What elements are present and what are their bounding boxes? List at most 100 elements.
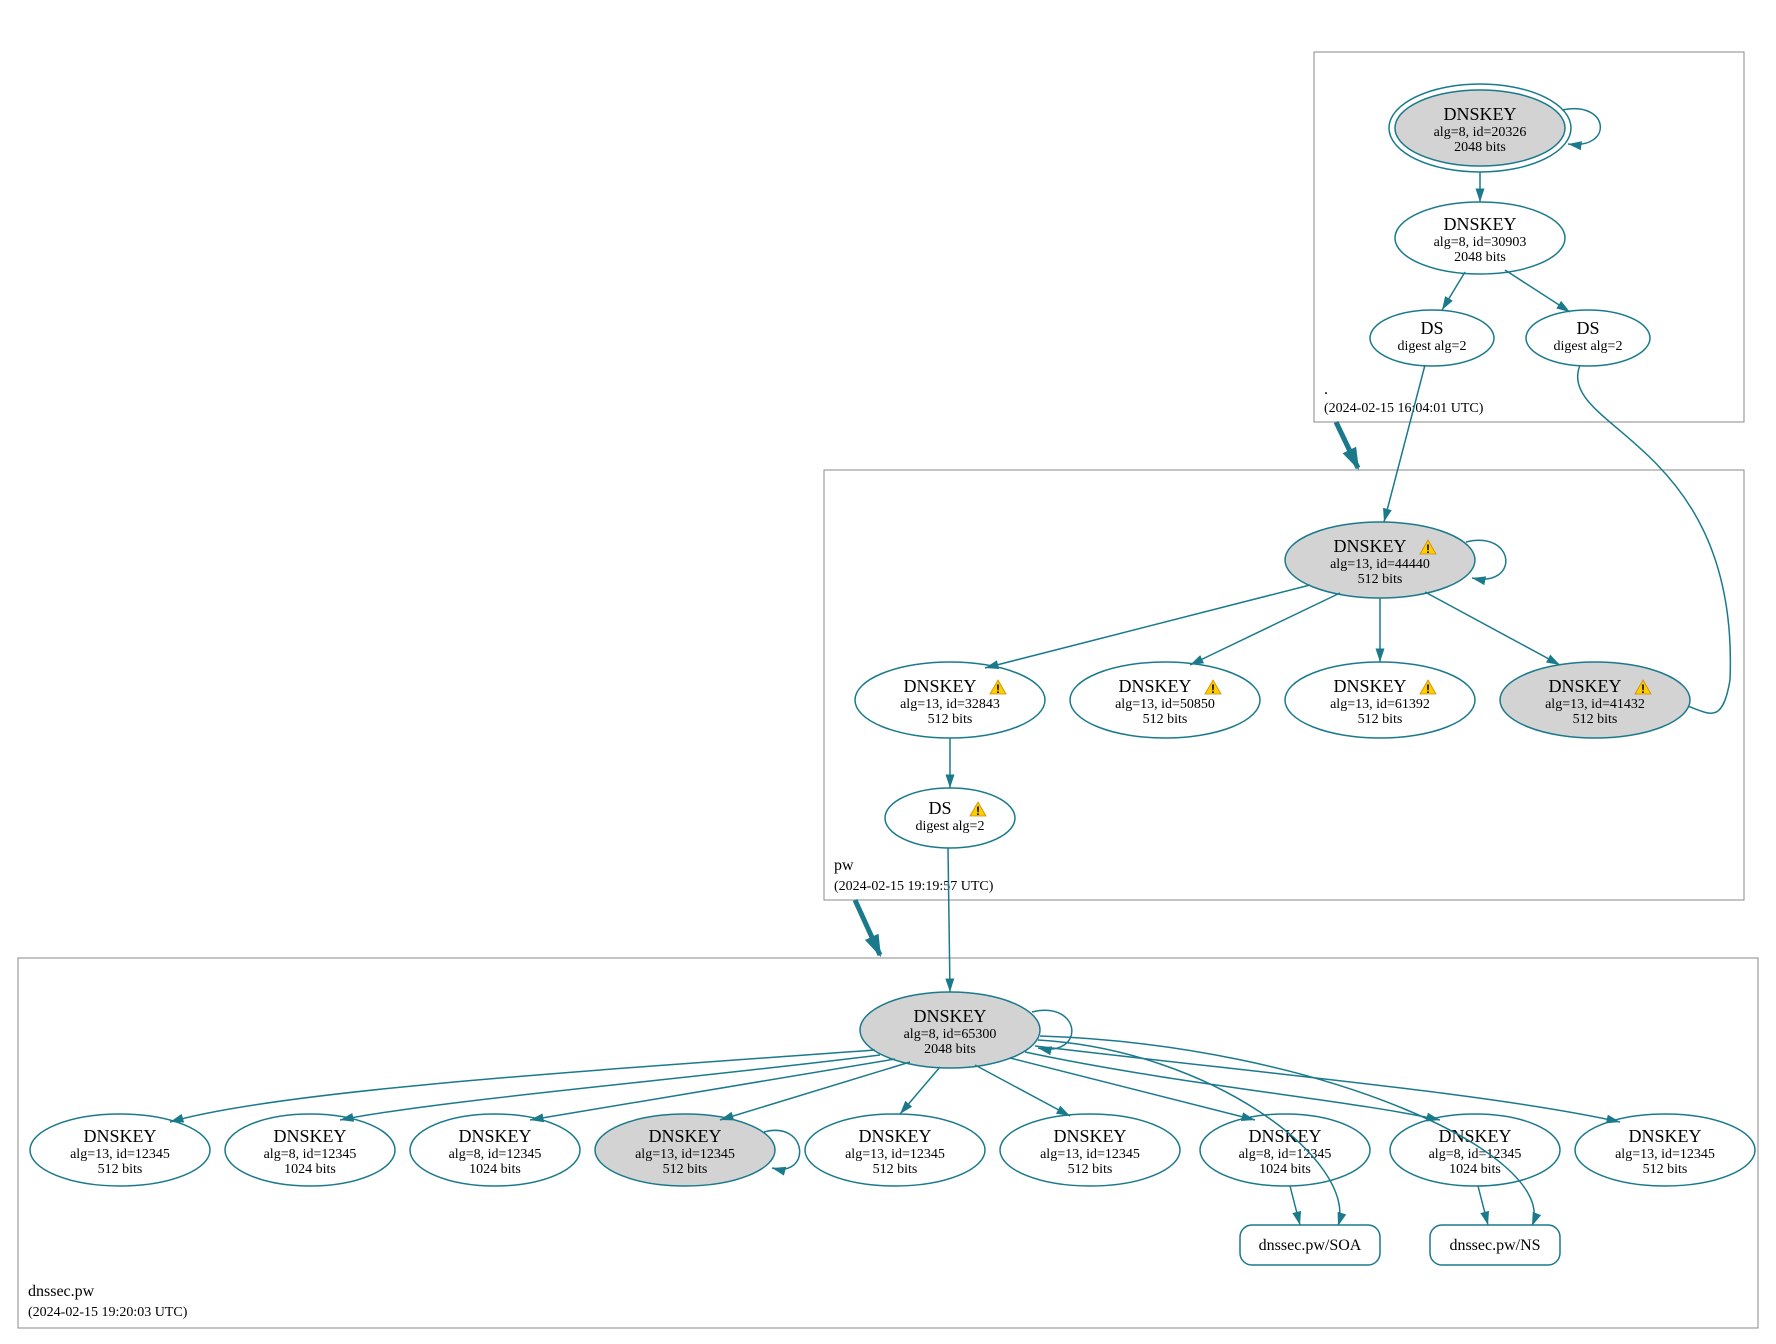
node-root-ds1: DS digest alg=2 [1370, 310, 1494, 366]
svg-text:digest alg=2: digest alg=2 [1398, 339, 1467, 354]
svg-text:512 bits: 512 bits [1643, 1162, 1688, 1177]
svg-text:1024 bits: 1024 bits [1259, 1162, 1311, 1177]
svg-text:alg=13, id=12345: alg=13, id=12345 [635, 1147, 735, 1162]
svg-text:512 bits: 512 bits [98, 1162, 143, 1177]
edge-dksk-k6 [975, 1065, 1070, 1116]
svg-text:2048 bits: 2048 bits [1454, 250, 1506, 265]
svg-text:DNSKEY: DNSKEY [1118, 676, 1191, 696]
svg-text:alg=13, id=44440: alg=13, id=44440 [1330, 557, 1430, 572]
node-d-k1: DNSKEY alg=13, id=12345 512 bits [30, 1114, 210, 1186]
svg-text:alg=8, id=20326: alg=8, id=20326 [1434, 125, 1527, 140]
zone-pw-name: pw [834, 857, 854, 874]
svg-text:alg=8, id=12345: alg=8, id=12345 [1429, 1147, 1522, 1162]
svg-text:512 bits: 512 bits [1358, 572, 1403, 587]
node-pw-z4: DNSKEY alg=13, id=41432 512 bits [1500, 662, 1690, 738]
svg-text:512 bits: 512 bits [1573, 712, 1618, 727]
svg-text:alg=13, id=41432: alg=13, id=41432 [1545, 697, 1645, 712]
svg-text:512 bits: 512 bits [1358, 712, 1403, 727]
edge-pwksk-z2 [1190, 593, 1340, 665]
svg-text:DNSKEY: DNSKEY [1333, 676, 1406, 696]
edge-dksk-k9 [1035, 1046, 1620, 1122]
node-soa: dnssec.pw/SOA [1240, 1225, 1380, 1265]
svg-text:512 bits: 512 bits [1068, 1162, 1113, 1177]
node-d-k8: DNSKEY alg=8, id=12345 1024 bits [1390, 1114, 1560, 1186]
edge-ds2-pwz4 [1578, 365, 1731, 713]
zone-pw-time: (2024-02-15 19:19:57 UTC) [834, 879, 994, 894]
svg-text:DS: DS [1576, 318, 1599, 338]
zone-root-name: . [1324, 381, 1328, 398]
edge-root-zsk-ds1 [1442, 272, 1465, 310]
svg-text:DNSKEY: DNSKEY [913, 1006, 986, 1026]
svg-text:alg=8, id=65300: alg=8, id=65300 [904, 1027, 997, 1042]
node-root-ds2: DS digest alg=2 [1526, 310, 1650, 366]
node-pw-z3: DNSKEY alg=13, id=61392 512 bits [1285, 662, 1475, 738]
svg-text:DNSKEY: DNSKEY [1548, 676, 1621, 696]
svg-text:2048 bits: 2048 bits [924, 1042, 976, 1057]
node-d-k7: DNSKEY alg=8, id=12345 1024 bits [1200, 1114, 1370, 1186]
svg-text:1024 bits: 1024 bits [284, 1162, 336, 1177]
node-d-k5: DNSKEY alg=13, id=12345 512 bits [805, 1114, 985, 1186]
svg-text:2048 bits: 2048 bits [1454, 140, 1506, 155]
svg-text:alg=13, id=12345: alg=13, id=12345 [845, 1147, 945, 1162]
svg-text:DNSKEY: DNSKEY [83, 1126, 156, 1146]
zone-dnssecpw-name: dnssec.pw [28, 1283, 95, 1300]
node-d-k6: DNSKEY alg=13, id=12345 512 bits [1000, 1114, 1180, 1186]
svg-text:alg=13, id=50850: alg=13, id=50850 [1115, 697, 1215, 712]
node-ns: dnssec.pw/NS [1430, 1225, 1560, 1265]
edge-zone-pw-dnssecpw [855, 900, 880, 955]
svg-text:alg=8, id=12345: alg=8, id=12345 [264, 1147, 357, 1162]
svg-text:DNSKEY: DNSKEY [1053, 1126, 1126, 1146]
svg-text:alg=13, id=12345: alg=13, id=12345 [1040, 1147, 1140, 1162]
svg-text:alg=13, id=12345: alg=13, id=12345 [70, 1147, 170, 1162]
node-d-k3: DNSKEY alg=8, id=12345 1024 bits [410, 1114, 580, 1186]
node-pw-z2: DNSKEY alg=13, id=50850 512 bits [1070, 662, 1260, 738]
edge-k7-soa [1290, 1186, 1300, 1225]
node-d-k4: DNSKEY alg=13, id=12345 512 bits [595, 1114, 775, 1186]
svg-text:DNSKEY: DNSKEY [1443, 214, 1516, 234]
node-root-zsk: DNSKEY alg=8, id=30903 2048 bits [1395, 202, 1565, 274]
node-root-ksk: DNSKEY alg=8, id=20326 2048 bits [1389, 84, 1571, 172]
edge-pwds-dksk [948, 848, 950, 992]
edge-pwksk-z1 [985, 585, 1310, 668]
svg-text:1024 bits: 1024 bits [469, 1162, 521, 1177]
edge-root-zsk-ds2 [1505, 270, 1570, 312]
svg-text:DNSKEY: DNSKEY [458, 1126, 531, 1146]
node-d-k9: DNSKEY alg=13, id=12345 512 bits [1575, 1114, 1755, 1186]
zone-root-time: (2024-02-15 16:04:01 UTC) [1324, 401, 1484, 416]
node-d-ksk: DNSKEY alg=8, id=65300 2048 bits [860, 992, 1040, 1068]
svg-text:alg=13, id=61392: alg=13, id=61392 [1330, 697, 1430, 712]
svg-text:digest alg=2: digest alg=2 [916, 819, 985, 834]
svg-text:dnssec.pw/NS: dnssec.pw/NS [1449, 1237, 1540, 1254]
svg-text:DNSKEY: DNSKEY [1248, 1126, 1321, 1146]
svg-text:DNSKEY: DNSKEY [858, 1126, 931, 1146]
edge-dksk-k8 [1025, 1052, 1440, 1120]
edge-dksk-k1 [170, 1050, 875, 1122]
svg-text:dnssec.pw/SOA: dnssec.pw/SOA [1259, 1237, 1362, 1254]
svg-text:DNSKEY: DNSKEY [1628, 1126, 1701, 1146]
edge-ds1-pwksk [1384, 365, 1425, 522]
edge-dksk-k3 [530, 1059, 895, 1120]
svg-text:DNSKEY: DNSKEY [273, 1126, 346, 1146]
edge-zone-root-pw [1336, 422, 1358, 468]
svg-text:alg=8, id=12345: alg=8, id=12345 [1239, 1147, 1332, 1162]
svg-text:DS: DS [1420, 318, 1443, 338]
node-d-k2: DNSKEY alg=8, id=12345 1024 bits [225, 1114, 395, 1186]
svg-text:alg=13, id=12345: alg=13, id=12345 [1615, 1147, 1715, 1162]
svg-text:512 bits: 512 bits [1143, 712, 1188, 727]
node-pw-z1: DNSKEY alg=13, id=32843 512 bits [855, 662, 1045, 738]
edge-pwksk-z4 [1425, 592, 1560, 665]
svg-text:DNSKEY: DNSKEY [1333, 536, 1406, 556]
node-pw-ksk: DNSKEY alg=13, id=44440 512 bits [1285, 522, 1475, 598]
svg-text:alg=8, id=30903: alg=8, id=30903 [1434, 235, 1527, 250]
edge-dksk-k2 [340, 1055, 880, 1120]
node-pw-ds: DS digest alg=2 [885, 788, 1015, 848]
edge-k8-ns [1478, 1186, 1488, 1225]
svg-text:512 bits: 512 bits [928, 712, 973, 727]
svg-text:1024 bits: 1024 bits [1449, 1162, 1501, 1177]
svg-text:512 bits: 512 bits [663, 1162, 708, 1177]
edge-dksk-k5 [900, 1067, 940, 1114]
svg-text:DNSKEY: DNSKEY [1443, 104, 1516, 124]
svg-text:alg=8, id=12345: alg=8, id=12345 [449, 1147, 542, 1162]
svg-text:DNSKEY: DNSKEY [903, 676, 976, 696]
svg-text:512 bits: 512 bits [873, 1162, 918, 1177]
